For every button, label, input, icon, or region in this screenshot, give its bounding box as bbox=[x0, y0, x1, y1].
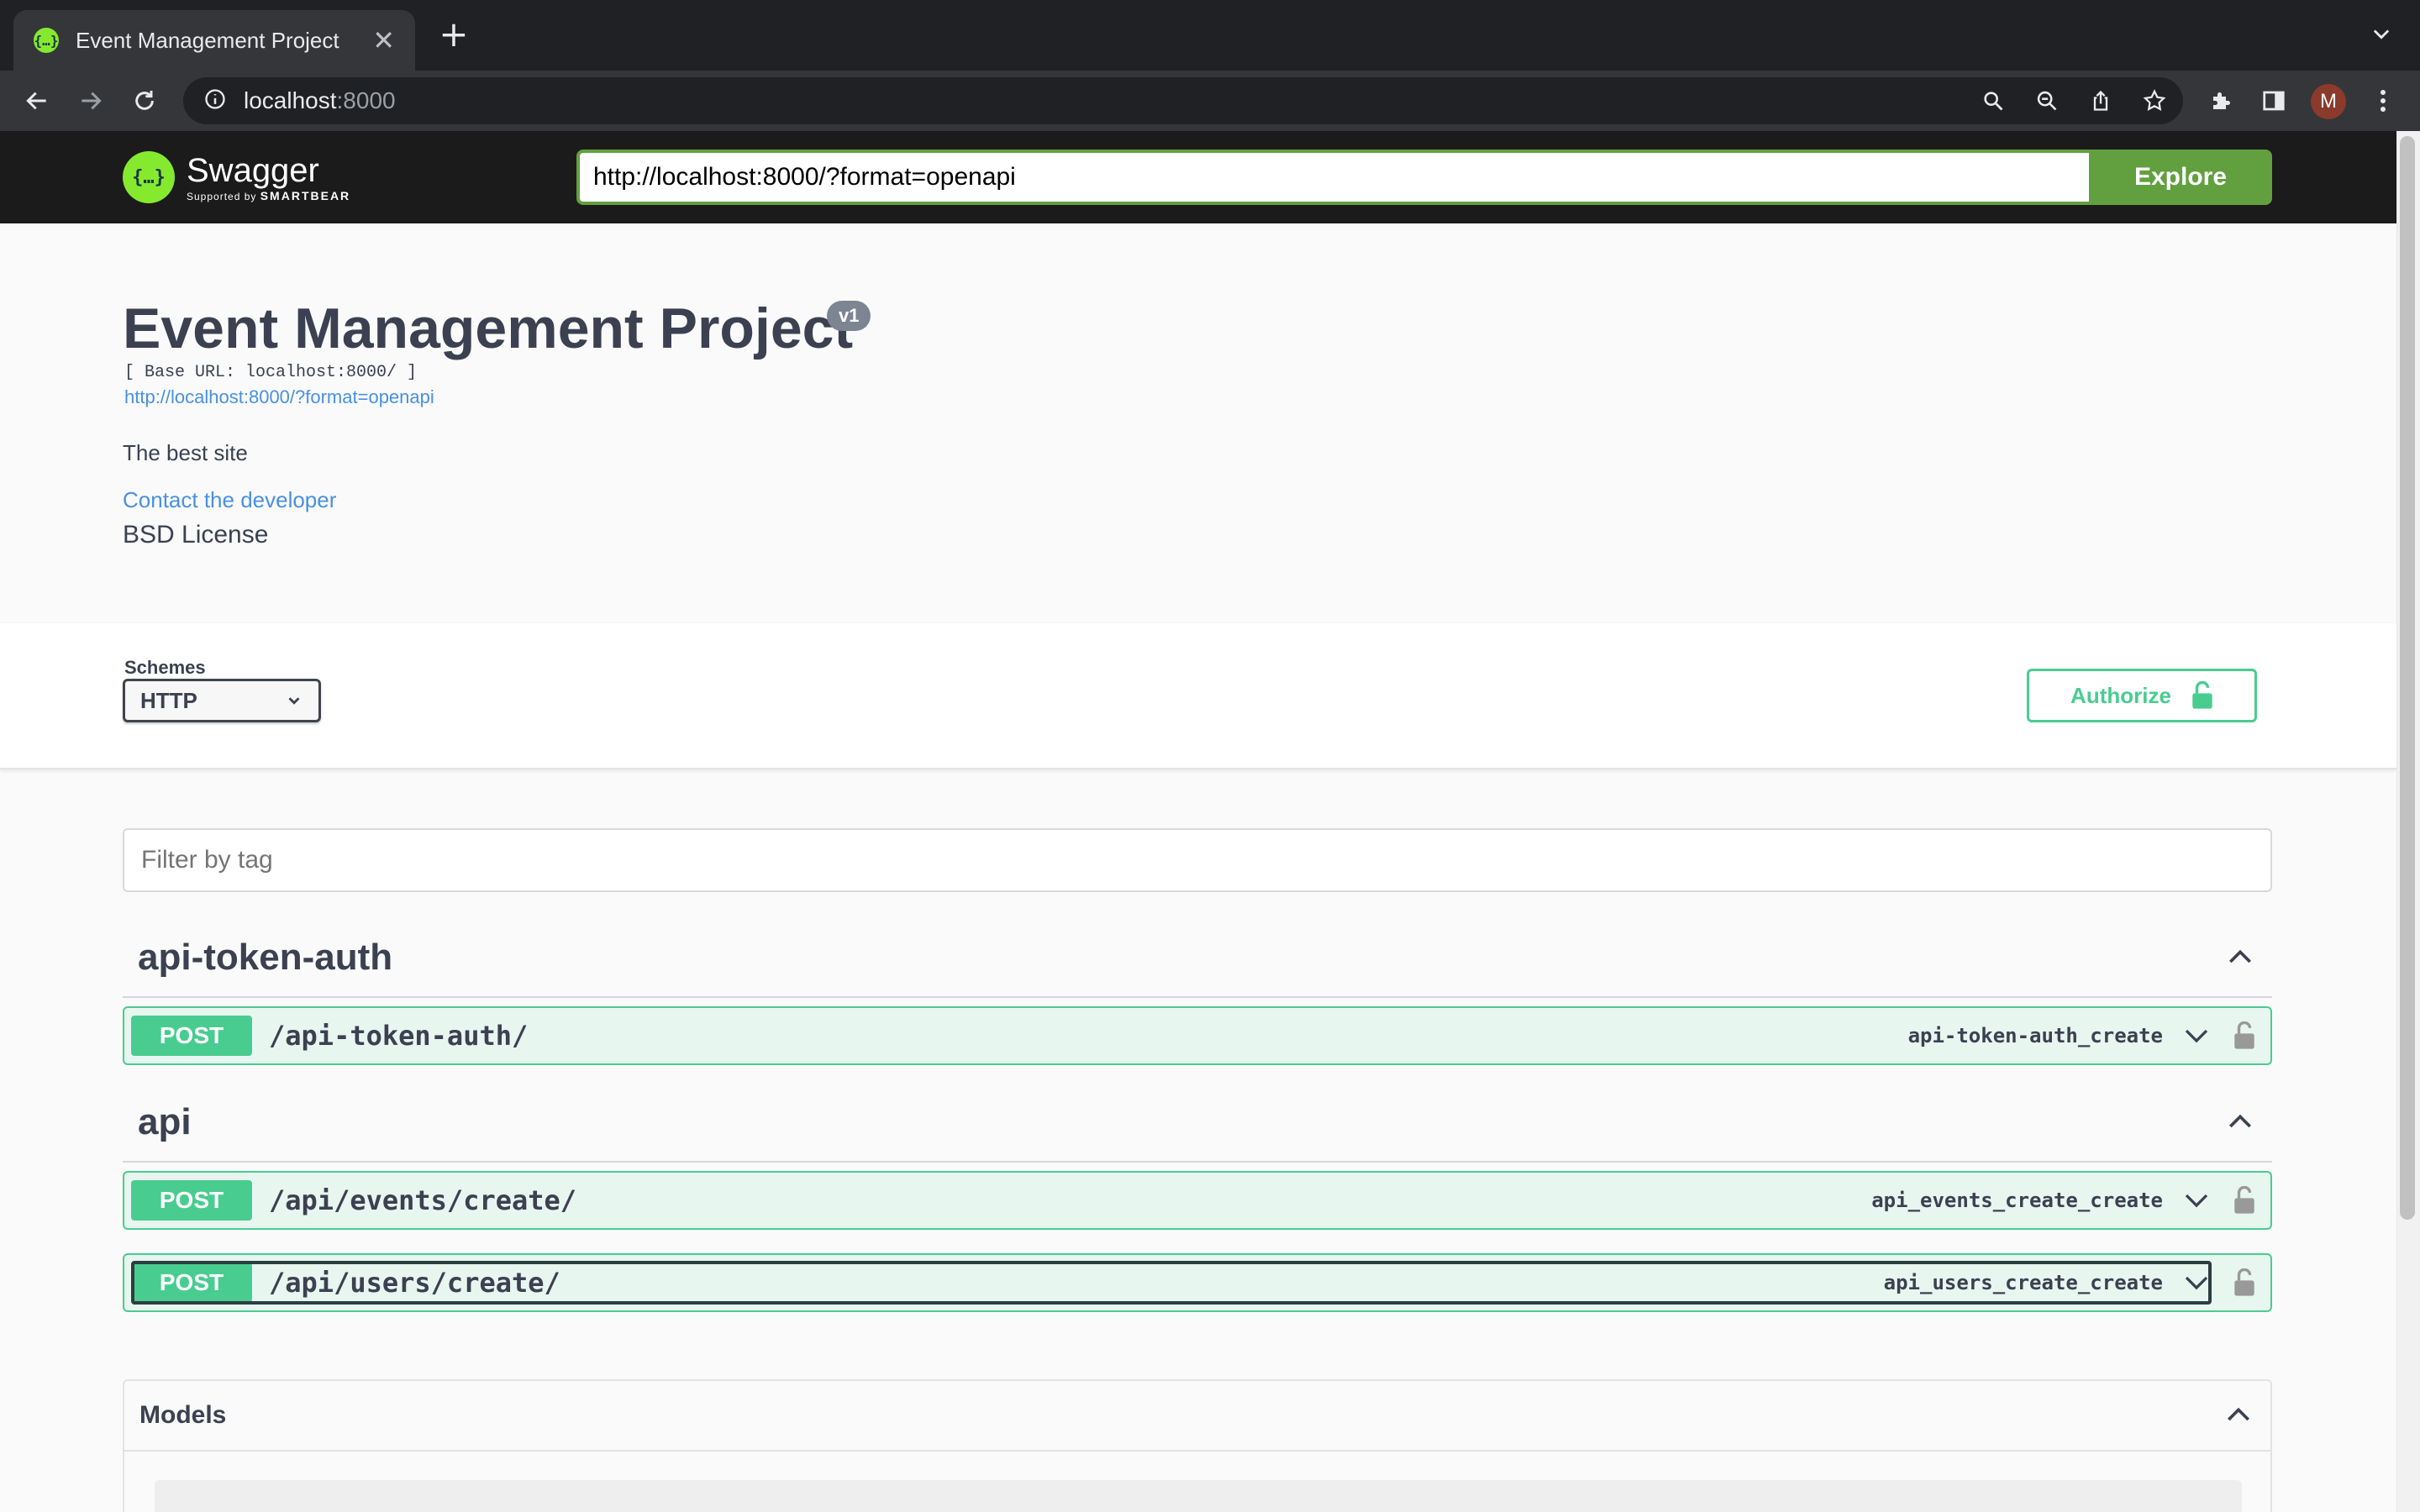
operation-path: /api/events/create/ bbox=[269, 1184, 577, 1216]
swagger-logo[interactable]: {…} Swagger Supported by SMARTBEAR bbox=[123, 147, 350, 207]
lock-icon[interactable] bbox=[2233, 1021, 2255, 1050]
expand-chevron-icon[interactable] bbox=[2181, 1021, 2212, 1051]
model-container[interactable] bbox=[155, 1480, 2242, 1512]
api-title: Event Management Project bbox=[123, 297, 854, 360]
unlock-icon bbox=[2192, 681, 2212, 709]
swagger-logo-icon: {…} bbox=[123, 151, 175, 203]
expand-chevron-icon[interactable] bbox=[2181, 1185, 2212, 1215]
lock-icon[interactable] bbox=[2233, 1186, 2255, 1215]
close-tab-icon[interactable]: ✕ bbox=[372, 24, 395, 56]
tag-name: api bbox=[138, 1101, 192, 1142]
profile-avatar[interactable]: M bbox=[2311, 84, 2346, 119]
browser-tab[interactable]: {…} Event Management Project ✕ bbox=[13, 10, 415, 71]
swagger-brand-sub: Supported by SMARTBEAR bbox=[187, 189, 351, 202]
forward-icon[interactable] bbox=[74, 84, 108, 118]
chevron-up-icon[interactable] bbox=[2223, 1105, 2257, 1139]
method-badge: POST bbox=[131, 1180, 252, 1221]
tag-header-api-token-auth[interactable]: api-token-auth bbox=[123, 919, 2272, 998]
site-info-icon[interactable] bbox=[203, 87, 227, 115]
side-panel-icon[interactable] bbox=[2257, 84, 2291, 118]
spec-url-input[interactable] bbox=[576, 150, 2091, 205]
tab-search-chevron-icon[interactable] bbox=[2370, 22, 2393, 50]
share-icon[interactable] bbox=[2084, 84, 2118, 118]
expand-chevron-icon[interactable] bbox=[2181, 1268, 2212, 1298]
chevron-down-icon bbox=[288, 697, 300, 705]
license-text: BSD License bbox=[123, 521, 269, 549]
method-badge: POST bbox=[131, 1263, 252, 1303]
base-url: [ Base URL: localhost:8000/ ] bbox=[124, 363, 418, 382]
tab-title: Event Management Project bbox=[76, 27, 339, 53]
operation-api-token-auth-post[interactable]: POST /api-token-auth/ api-token-auth_cre… bbox=[123, 1006, 2272, 1065]
swagger-favicon-icon: {…} bbox=[34, 28, 59, 53]
new-tab-button[interactable]: + bbox=[437, 17, 471, 52]
chevron-up-icon[interactable] bbox=[2223, 941, 2257, 974]
tag-name: api-token-auth bbox=[138, 937, 393, 978]
tag-header-api[interactable]: api bbox=[123, 1084, 2272, 1163]
authorize-label: Authorize bbox=[2070, 682, 2171, 708]
authorize-button[interactable]: Authorize bbox=[2027, 669, 2257, 722]
models-title: Models bbox=[139, 1401, 227, 1429]
api-description: The best site bbox=[123, 440, 248, 465]
scrollbar-thumb[interactable] bbox=[2400, 136, 2415, 1220]
operation-id: api-token-auth_create bbox=[1907, 1024, 2163, 1047]
back-icon[interactable] bbox=[20, 84, 54, 118]
address-host: localhost bbox=[244, 87, 337, 113]
address-port: :8000 bbox=[336, 87, 396, 113]
schemes-select[interactable]: HTTP bbox=[123, 679, 321, 722]
filter-by-tag-input[interactable] bbox=[123, 828, 2272, 892]
method-badge: POST bbox=[131, 1016, 252, 1056]
chevron-up-icon[interactable] bbox=[2222, 1399, 2255, 1432]
operation-api-users-create-post[interactable]: POST /api/users/create/ api_users_create… bbox=[123, 1253, 2272, 1312]
kebab-menu-icon[interactable] bbox=[2366, 84, 2400, 118]
search-icon[interactable] bbox=[1976, 84, 2010, 118]
zoom-out-icon[interactable] bbox=[2030, 84, 2064, 118]
operation-id: api_users_create_create bbox=[1883, 1271, 2163, 1294]
operation-api-events-create-post[interactable]: POST /api/events/create/ api_events_crea… bbox=[123, 1171, 2272, 1230]
operation-path: /api/users/create/ bbox=[269, 1267, 560, 1299]
schemes-selected-value: HTTP bbox=[140, 687, 197, 713]
extensions-icon[interactable] bbox=[2205, 84, 2238, 118]
reload-icon[interactable] bbox=[128, 84, 161, 118]
address-bar[interactable]: localhost:8000 bbox=[183, 77, 2183, 124]
models-section: Models bbox=[123, 1379, 2272, 1512]
spec-link[interactable]: http://localhost:8000/?format=openapi bbox=[124, 386, 434, 408]
operation-path: /api-token-auth/ bbox=[269, 1020, 529, 1052]
swagger-brand: Swagger bbox=[187, 152, 319, 189]
models-header[interactable]: Models bbox=[124, 1381, 2270, 1452]
schemes-label: Schemes bbox=[124, 657, 206, 678]
contact-developer-link[interactable]: Contact the developer bbox=[123, 487, 336, 513]
version-badge: v1 bbox=[827, 301, 871, 331]
operation-id: api_events_create_create bbox=[1871, 1189, 2163, 1212]
explore-button[interactable]: Explore bbox=[2089, 150, 2272, 205]
bookmark-star-icon[interactable] bbox=[2138, 84, 2171, 118]
lock-icon[interactable] bbox=[2233, 1268, 2255, 1297]
